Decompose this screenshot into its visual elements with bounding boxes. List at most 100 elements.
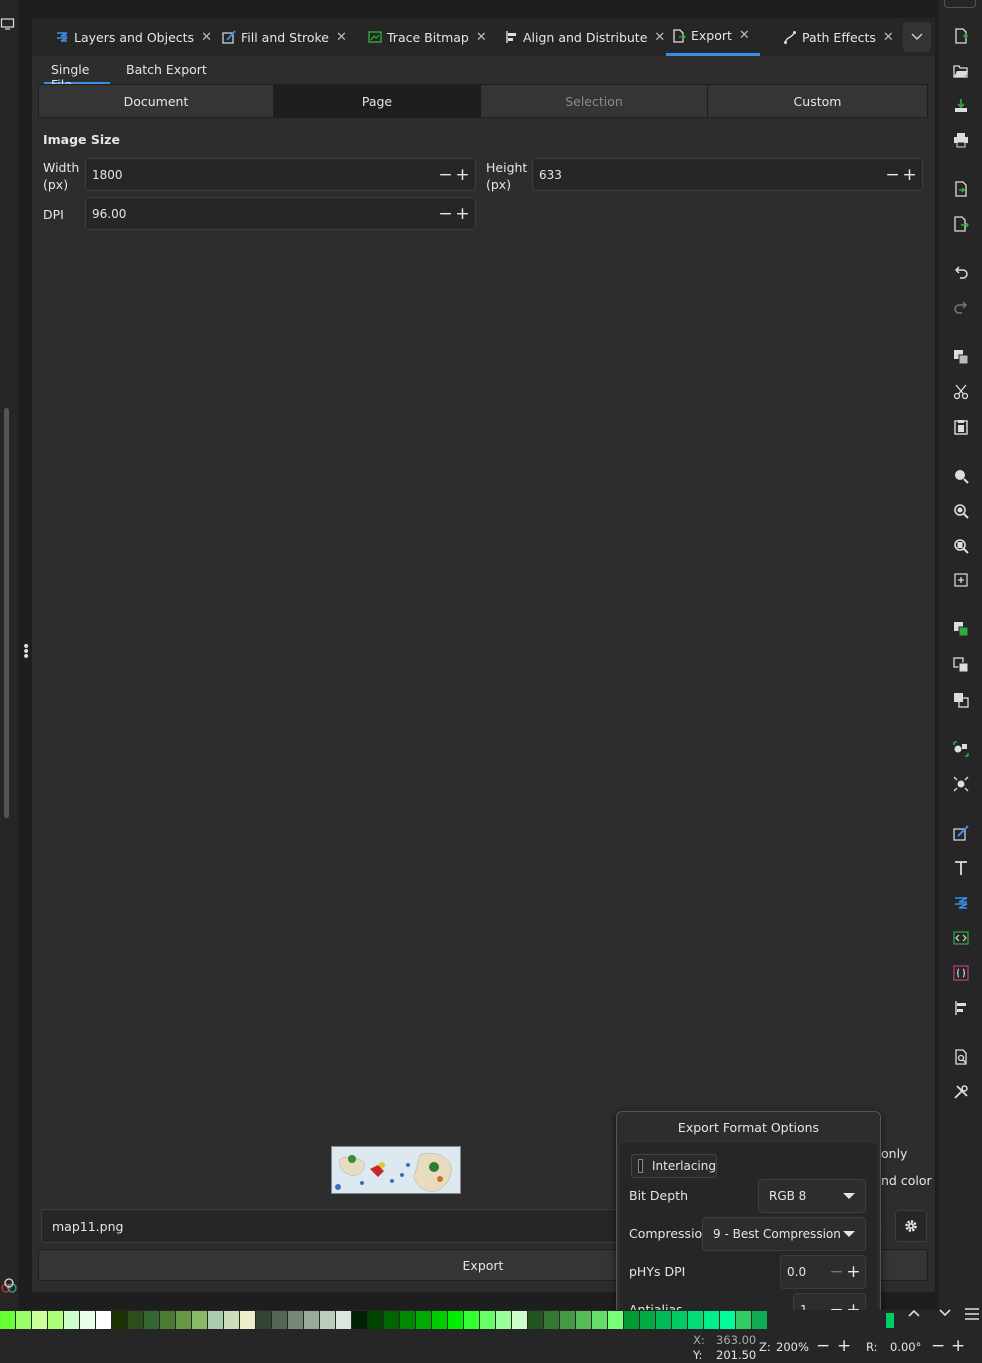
- undo-icon[interactable]: [951, 263, 971, 283]
- palette-swatch[interactable]: [32, 1311, 47, 1329]
- tab-overflow-button[interactable]: [903, 22, 931, 52]
- tab-export[interactable]: Export ✕: [666, 18, 760, 56]
- palette-swatch[interactable]: [688, 1311, 703, 1329]
- left-scrollbar[interactable]: [4, 408, 9, 818]
- layers-panel-icon[interactable]: [951, 893, 971, 913]
- palette-swatch[interactable]: [528, 1311, 543, 1329]
- palette-swatch[interactable]: [272, 1311, 287, 1329]
- tab-path-effects[interactable]: Path Effects ✕: [777, 18, 900, 56]
- copy-icon[interactable]: [951, 347, 971, 367]
- plus-icon[interactable]: +: [454, 159, 471, 190]
- palette-swatch[interactable]: [752, 1311, 767, 1329]
- palette-swatch[interactable]: [672, 1311, 687, 1329]
- palette-swatch[interactable]: [400, 1311, 415, 1329]
- page-area-button[interactable]: Page: [274, 85, 481, 117]
- palette-swatch[interactable]: [80, 1311, 95, 1329]
- rotation-value[interactable]: 0.00°: [890, 1340, 921, 1354]
- tab-layers-and-objects[interactable]: Layers and Objects ✕: [49, 18, 218, 56]
- chevron-up-icon[interactable]: [904, 1303, 924, 1323]
- palette-swatch[interactable]: [886, 1313, 894, 1328]
- plus-icon[interactable]: +: [901, 159, 918, 190]
- palette-swatch[interactable]: [64, 1311, 79, 1329]
- subtab-single-file[interactable]: Single File: [44, 62, 110, 92]
- tab-trace-bitmap[interactable]: Trace Bitmap ✕: [362, 18, 493, 56]
- toolbar-handle[interactable]: [944, 0, 976, 8]
- print-icon[interactable]: [951, 130, 971, 150]
- palette-swatch[interactable]: [352, 1311, 367, 1329]
- document-area-button[interactable]: Document: [39, 85, 274, 117]
- new-document-icon[interactable]: [951, 26, 971, 46]
- xml-editor-icon[interactable]: [951, 928, 971, 948]
- minus-icon[interactable]: −: [437, 159, 454, 190]
- panel-handle-icon[interactable]: • • •: [22, 640, 30, 664]
- document-properties-icon[interactable]: [951, 1047, 971, 1067]
- zoom-selection-icon[interactable]: [951, 466, 971, 486]
- palette-swatch[interactable]: [608, 1311, 623, 1329]
- tab-align-and-distribute[interactable]: Align and Distribute ✕: [498, 18, 671, 56]
- interlacing-checkbox[interactable]: Interlacing: [631, 1154, 717, 1178]
- palette-swatch[interactable]: [640, 1311, 655, 1329]
- phys-dpi-spinbox[interactable]: 0.0 − +: [780, 1255, 866, 1289]
- export-file-icon[interactable]: [951, 214, 971, 234]
- compression-dropdown[interactable]: 9 - Best Compression: [702, 1217, 866, 1251]
- palette-swatch[interactable]: [336, 1311, 351, 1329]
- open-folder-icon[interactable]: [951, 61, 971, 81]
- minus-icon[interactable]: −: [884, 159, 901, 190]
- palette-swatch[interactable]: [16, 1311, 31, 1329]
- minus-icon[interactable]: −: [828, 1256, 845, 1288]
- palette-swatch[interactable]: [496, 1311, 511, 1329]
- palette-swatch[interactable]: [384, 1311, 399, 1329]
- palette-swatch[interactable]: [176, 1311, 191, 1329]
- chevron-down-icon[interactable]: [935, 1303, 955, 1323]
- palette-swatch[interactable]: [720, 1311, 735, 1329]
- width-spinbox[interactable]: 1800 − +: [85, 158, 476, 191]
- palette-swatch[interactable]: [304, 1311, 319, 1329]
- rotation-plus-icon[interactable]: +: [951, 1336, 965, 1356]
- palette-swatch[interactable]: [576, 1311, 591, 1329]
- width-value[interactable]: 1800: [86, 168, 437, 182]
- zoom-minus-icon[interactable]: −: [816, 1336, 830, 1356]
- palette-swatch[interactable]: [416, 1311, 431, 1329]
- ungroup-icon[interactable]: [951, 774, 971, 794]
- zoom-value[interactable]: 200%: [776, 1340, 809, 1354]
- palette-swatch[interactable]: [96, 1311, 111, 1329]
- palette-swatch[interactable]: [736, 1311, 751, 1329]
- dpi-value[interactable]: 96.00: [86, 207, 437, 221]
- palette-swatch[interactable]: [128, 1311, 143, 1329]
- color-swatch-icon[interactable]: [0, 1276, 18, 1294]
- palette-swatch[interactable]: [704, 1311, 719, 1329]
- selection-area-button[interactable]: Selection: [481, 85, 708, 117]
- palette-swatch[interactable]: [448, 1311, 463, 1329]
- palette-swatch[interactable]: [160, 1311, 175, 1329]
- fill-and-stroke-icon[interactable]: [951, 823, 971, 843]
- phys-dpi-value[interactable]: 0.0: [781, 1265, 828, 1279]
- display-icon[interactable]: [0, 16, 16, 32]
- palette-swatch[interactable]: [320, 1311, 335, 1329]
- menu-icon[interactable]: [962, 1304, 982, 1324]
- palette-swatch[interactable]: [656, 1311, 671, 1329]
- palette-swatch[interactable]: [240, 1311, 255, 1329]
- palette-swatch[interactable]: [368, 1311, 383, 1329]
- palette-swatch[interactable]: [112, 1311, 127, 1329]
- selectors-icon[interactable]: [951, 963, 971, 983]
- export-options-button[interactable]: [895, 1210, 927, 1242]
- close-icon[interactable]: ✕: [654, 30, 665, 45]
- plus-icon[interactable]: +: [454, 198, 471, 229]
- checkbox-box[interactable]: [638, 1159, 643, 1173]
- preferences-icon[interactable]: [951, 1082, 971, 1102]
- subtab-batch-export[interactable]: Batch Export: [126, 62, 207, 84]
- duplicate-icon[interactable]: [951, 619, 971, 639]
- redo-icon[interactable]: [951, 298, 971, 318]
- clone-icon[interactable]: [951, 655, 971, 675]
- palette-swatch[interactable]: [192, 1311, 207, 1329]
- palette-swatch[interactable]: [544, 1311, 559, 1329]
- palette-swatch[interactable]: [256, 1311, 271, 1329]
- text-icon[interactable]: [951, 858, 971, 878]
- palette-swatch[interactable]: [592, 1311, 607, 1329]
- palette-swatch[interactable]: [208, 1311, 223, 1329]
- palette-swatch[interactable]: [224, 1311, 239, 1329]
- palette-swatch[interactable]: [560, 1311, 575, 1329]
- height-spinbox[interactable]: 633 − +: [532, 158, 923, 191]
- close-icon[interactable]: ✕: [739, 28, 750, 43]
- close-icon[interactable]: ✕: [476, 30, 487, 45]
